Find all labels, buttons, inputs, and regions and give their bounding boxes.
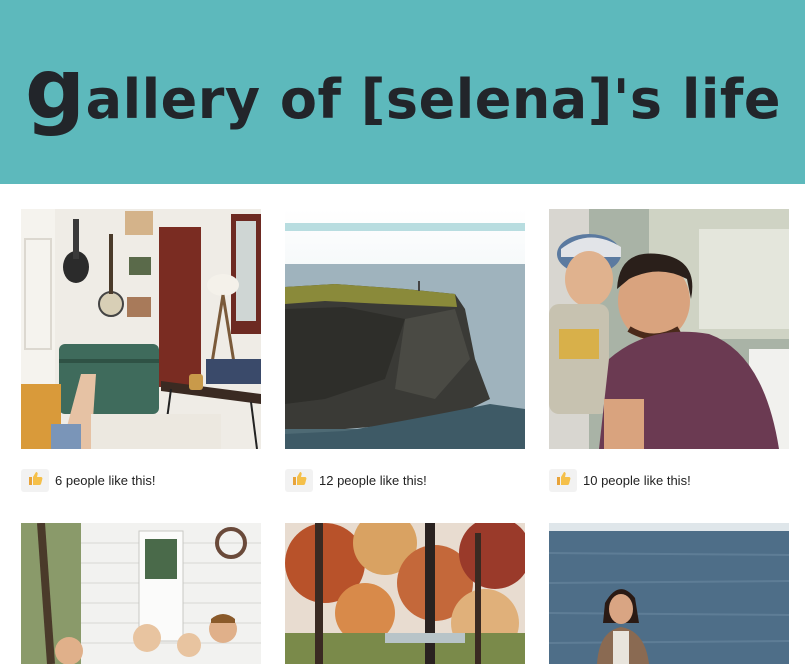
photo-sea-cliff[interactable] bbox=[285, 209, 525, 449]
photo-autumn-trees[interactable] bbox=[285, 523, 525, 664]
title-rest: allery of [selena]'s life bbox=[85, 68, 781, 131]
thumbs-up-icon bbox=[27, 470, 43, 490]
like-count-text: 6 people like this! bbox=[55, 472, 156, 488]
thumbs-up-icon bbox=[291, 470, 307, 490]
like-button[interactable] bbox=[21, 468, 49, 492]
like-row: 6 people like this! bbox=[21, 468, 155, 492]
photo-laughing-man[interactable] bbox=[549, 209, 789, 449]
photo-woman-sea[interactable] bbox=[549, 523, 789, 664]
title-first-letter: g bbox=[25, 40, 86, 138]
like-count-text: 12 people like this! bbox=[319, 472, 427, 488]
page-header: gallery of [selena]'s life bbox=[0, 0, 805, 184]
photo-children-shed[interactable] bbox=[21, 523, 261, 664]
like-count-text: 10 people like this! bbox=[583, 472, 691, 488]
like-button[interactable] bbox=[549, 468, 577, 492]
photo-living-room[interactable] bbox=[21, 209, 261, 449]
page-title: gallery of [selena]'s life bbox=[25, 44, 781, 145]
like-row: 10 people like this! bbox=[549, 468, 691, 492]
thumbs-up-icon bbox=[555, 470, 571, 490]
like-row: 12 people like this! bbox=[285, 468, 427, 492]
like-button[interactable] bbox=[285, 468, 313, 492]
